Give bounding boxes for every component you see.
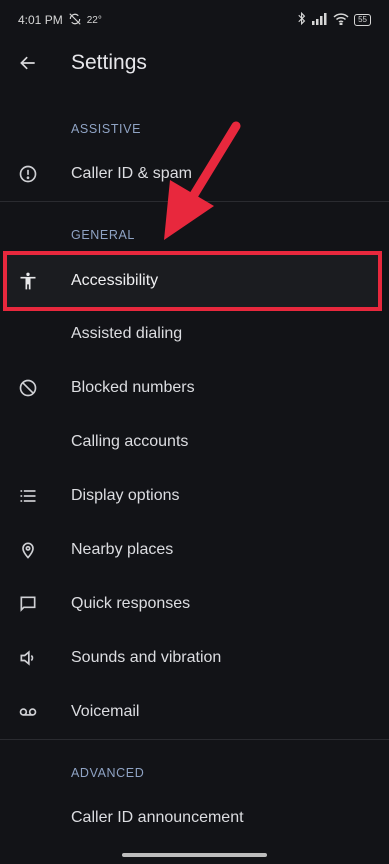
gesture-nav-handle[interactable]: [122, 853, 267, 857]
annotation-arrow: [164, 121, 241, 240]
